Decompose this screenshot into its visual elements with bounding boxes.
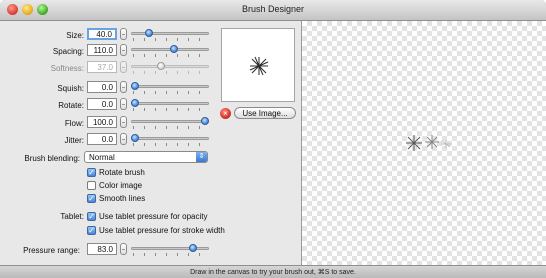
- spacing-row: Spacing: 110.0: [0, 44, 215, 58]
- use-image-button[interactable]: Use Image...: [234, 107, 296, 119]
- squish-field[interactable]: 0.0: [87, 81, 117, 93]
- softness-slider-knob: [156, 62, 165, 70]
- softness-slider: [131, 61, 209, 75]
- color-image-label: Color image: [99, 181, 143, 190]
- brush-designer-window: Brush Designer Size: 40.0 Spacing: 110.0…: [0, 0, 546, 278]
- updown-arrows-icon: ⇕: [196, 152, 207, 162]
- flow-slider[interactable]: [131, 116, 209, 130]
- brush-blending-select[interactable]: Normal ⇕: [84, 151, 208, 163]
- flow-stepper[interactable]: [120, 116, 127, 128]
- pressure-range-stepper[interactable]: [120, 243, 127, 255]
- spacing-slider[interactable]: [131, 44, 209, 58]
- tablet-opacity-checkbox[interactable]: ✓: [87, 212, 96, 221]
- brush-blending-value: Normal: [89, 153, 115, 162]
- jitter-label: Jitter:: [64, 136, 84, 145]
- jitter-stepper[interactable]: [120, 133, 127, 145]
- pressure-range-field[interactable]: 83.0: [87, 243, 117, 255]
- softness-field: 37.0: [87, 61, 117, 73]
- size-slider-knob[interactable]: [145, 29, 153, 37]
- squish-slider-knob[interactable]: [131, 82, 139, 90]
- smooth-lines-label: Smooth lines: [99, 194, 146, 203]
- pressure-range-slider[interactable]: [131, 243, 209, 257]
- jitter-field[interactable]: 0.0: [87, 133, 117, 145]
- rotate-row: Rotate: 0.0: [0, 98, 215, 112]
- tablet-width-checkbox[interactable]: ✓: [87, 226, 96, 235]
- rotate-brush-label: Rotate brush: [99, 168, 145, 177]
- brush-tip-icon: [249, 56, 269, 76]
- flow-row: Flow: 100.0: [0, 116, 215, 130]
- jitter-slider[interactable]: [131, 133, 209, 147]
- tablet-label: Tablet:: [60, 212, 84, 221]
- rotate-slider-knob[interactable]: [131, 99, 139, 107]
- softness-label: Softness:: [50, 64, 84, 73]
- flow-field[interactable]: 100.0: [87, 116, 117, 128]
- flow-slider-knob[interactable]: [201, 117, 209, 125]
- squish-row: Squish: 0.0: [0, 81, 215, 95]
- jitter-slider-knob[interactable]: [131, 134, 139, 142]
- smooth-lines-checkbox[interactable]: ✓: [87, 194, 96, 203]
- size-label: Size:: [66, 31, 84, 40]
- brush-blending-label: Brush blending:: [24, 154, 80, 163]
- remove-image-button[interactable]: ×: [220, 108, 231, 119]
- rotate-stepper[interactable]: [120, 98, 127, 110]
- pressure-range-row: Pressure range: 83.0: [0, 243, 215, 257]
- size-field[interactable]: 40.0: [87, 28, 117, 40]
- brush-settings-panel: Size: 40.0 Spacing: 110.0 Softness: 37.0…: [0, 21, 300, 265]
- squish-slider[interactable]: [131, 81, 209, 95]
- status-bar: Draw in the canvas to try your brush out…: [0, 265, 546, 278]
- color-image-checkbox[interactable]: [87, 181, 96, 190]
- rotate-slider[interactable]: [131, 98, 209, 112]
- pressure-range-slider-knob[interactable]: [189, 244, 198, 252]
- drawing-canvas[interactable]: [301, 21, 546, 265]
- squish-label: Squish:: [57, 84, 84, 93]
- flow-label: Flow:: [64, 119, 84, 128]
- rotate-label: Rotate:: [58, 101, 84, 110]
- spacing-label: Spacing:: [52, 47, 84, 56]
- rotate-field[interactable]: 0.0: [87, 98, 117, 110]
- rotate-brush-checkbox[interactable]: ✓: [87, 168, 96, 177]
- squish-stepper[interactable]: [120, 81, 127, 93]
- tablet-opacity-label: Use tablet pressure for opacity: [99, 212, 208, 221]
- brush-strokes: [406, 135, 451, 151]
- brush-blending-row: Brush blending: Normal ⇕: [0, 151, 215, 165]
- spacing-slider-knob[interactable]: [169, 45, 178, 53]
- size-slider[interactable]: [131, 28, 209, 42]
- size-row: Size: 40.0: [0, 28, 215, 42]
- spacing-field[interactable]: 110.0: [87, 44, 117, 56]
- tablet-width-label: Use tablet pressure for stroke width: [99, 226, 225, 235]
- size-stepper[interactable]: [120, 28, 127, 40]
- softness-row: Softness: 37.0: [0, 61, 215, 75]
- brush-preview: [221, 28, 295, 102]
- jitter-row: Jitter: 0.0: [0, 133, 215, 147]
- pressure-range-label: Pressure range:: [23, 246, 80, 255]
- softness-stepper: [120, 61, 127, 73]
- window-title: Brush Designer: [241, 4, 305, 14]
- spacing-stepper[interactable]: [120, 44, 127, 56]
- title-bar: Brush Designer: [0, 0, 546, 21]
